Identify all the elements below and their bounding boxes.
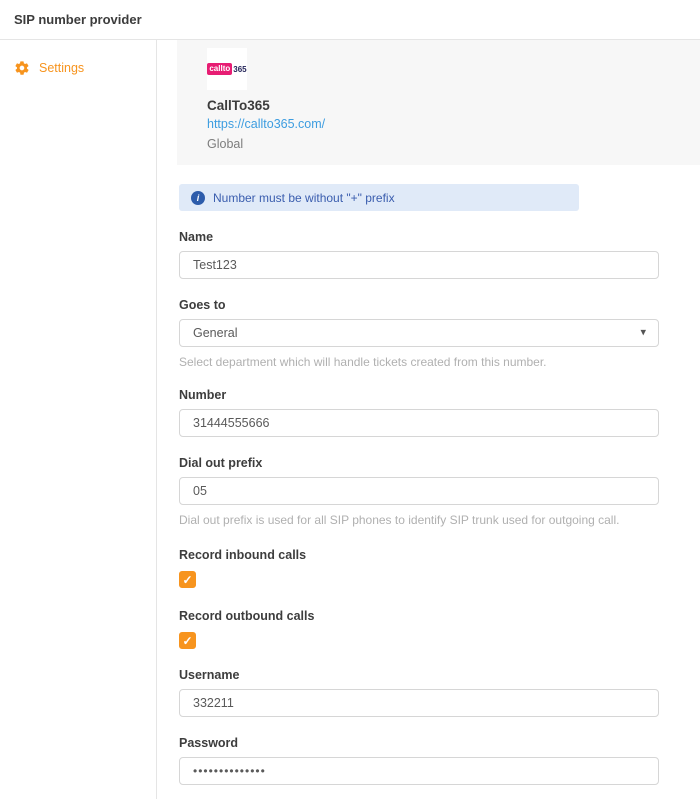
provider-logo: callto 365 — [207, 48, 247, 90]
password-label: Password — [179, 736, 659, 750]
name-input[interactable] — [179, 251, 659, 279]
dial-out-prefix-helper-text: Dial out prefix is used for all SIP phon… — [179, 513, 659, 527]
check-icon: ✓ — [182, 635, 192, 647]
check-icon: ✓ — [182, 574, 192, 586]
callto365-logo-icon: callto 365 — [207, 63, 246, 75]
top-header-bar: SIP number provider — [0, 0, 700, 40]
dial-out-prefix-field-group: Dial out prefix Dial out prefix is used … — [179, 456, 659, 527]
logo-callto-text: callto — [207, 63, 232, 75]
goes-to-helper-text: Select department which will handle tick… — [179, 355, 659, 369]
goes-to-label: Goes to — [179, 298, 659, 312]
dial-out-prefix-label: Dial out prefix — [179, 456, 659, 470]
provider-url-link[interactable]: https://callto365.com/ — [207, 117, 325, 131]
sidebar-item-label: Settings — [39, 61, 84, 75]
dial-out-prefix-input[interactable] — [179, 477, 659, 505]
username-label: Username — [179, 668, 659, 682]
name-field-group: Name — [179, 230, 659, 279]
logo-365-text: 365 — [233, 65, 246, 74]
info-banner: i Number must be without "+" prefix — [179, 184, 579, 211]
record-outbound-checkbox[interactable]: ✓ — [179, 632, 196, 649]
goes-to-select[interactable]: General ▾ — [179, 319, 659, 347]
record-inbound-checkbox[interactable]: ✓ — [179, 571, 196, 588]
record-inbound-label: Record inbound calls — [179, 548, 659, 562]
provider-form: i Number must be without "+" prefix Name… — [179, 184, 659, 800]
sidebar: Settings — [0, 40, 157, 799]
number-field-group: Number — [179, 388, 659, 437]
number-label: Number — [179, 388, 659, 402]
gear-icon — [14, 60, 30, 76]
goes-to-selected-value: General — [193, 326, 237, 340]
name-label: Name — [179, 230, 659, 244]
password-field-group: Password — [179, 736, 659, 785]
provider-scope: Global — [207, 137, 700, 151]
goes-to-field-group: Goes to General ▾ Select department whic… — [179, 298, 659, 369]
record-inbound-field-group: Record inbound calls ✓ — [179, 548, 659, 588]
record-outbound-label: Record outbound calls — [179, 609, 659, 623]
number-input[interactable] — [179, 409, 659, 437]
username-field-group: Username — [179, 668, 659, 717]
page-title: SIP number provider — [14, 12, 142, 27]
record-outbound-field-group: Record outbound calls ✓ — [179, 609, 659, 649]
chevron-down-icon: ▾ — [640, 325, 646, 338]
password-input[interactable] — [179, 757, 659, 785]
main-content: callto 365 CallTo365 https://callto365.c… — [157, 40, 700, 799]
info-icon: i — [191, 191, 205, 205]
body-layout: Settings callto 365 CallTo365 https://ca… — [0, 40, 700, 799]
username-input[interactable] — [179, 689, 659, 717]
sidebar-item-settings[interactable]: Settings — [0, 40, 156, 76]
provider-header: callto 365 CallTo365 https://callto365.c… — [177, 40, 700, 165]
provider-name: CallTo365 — [207, 98, 700, 113]
info-banner-text: Number must be without "+" prefix — [213, 191, 395, 205]
